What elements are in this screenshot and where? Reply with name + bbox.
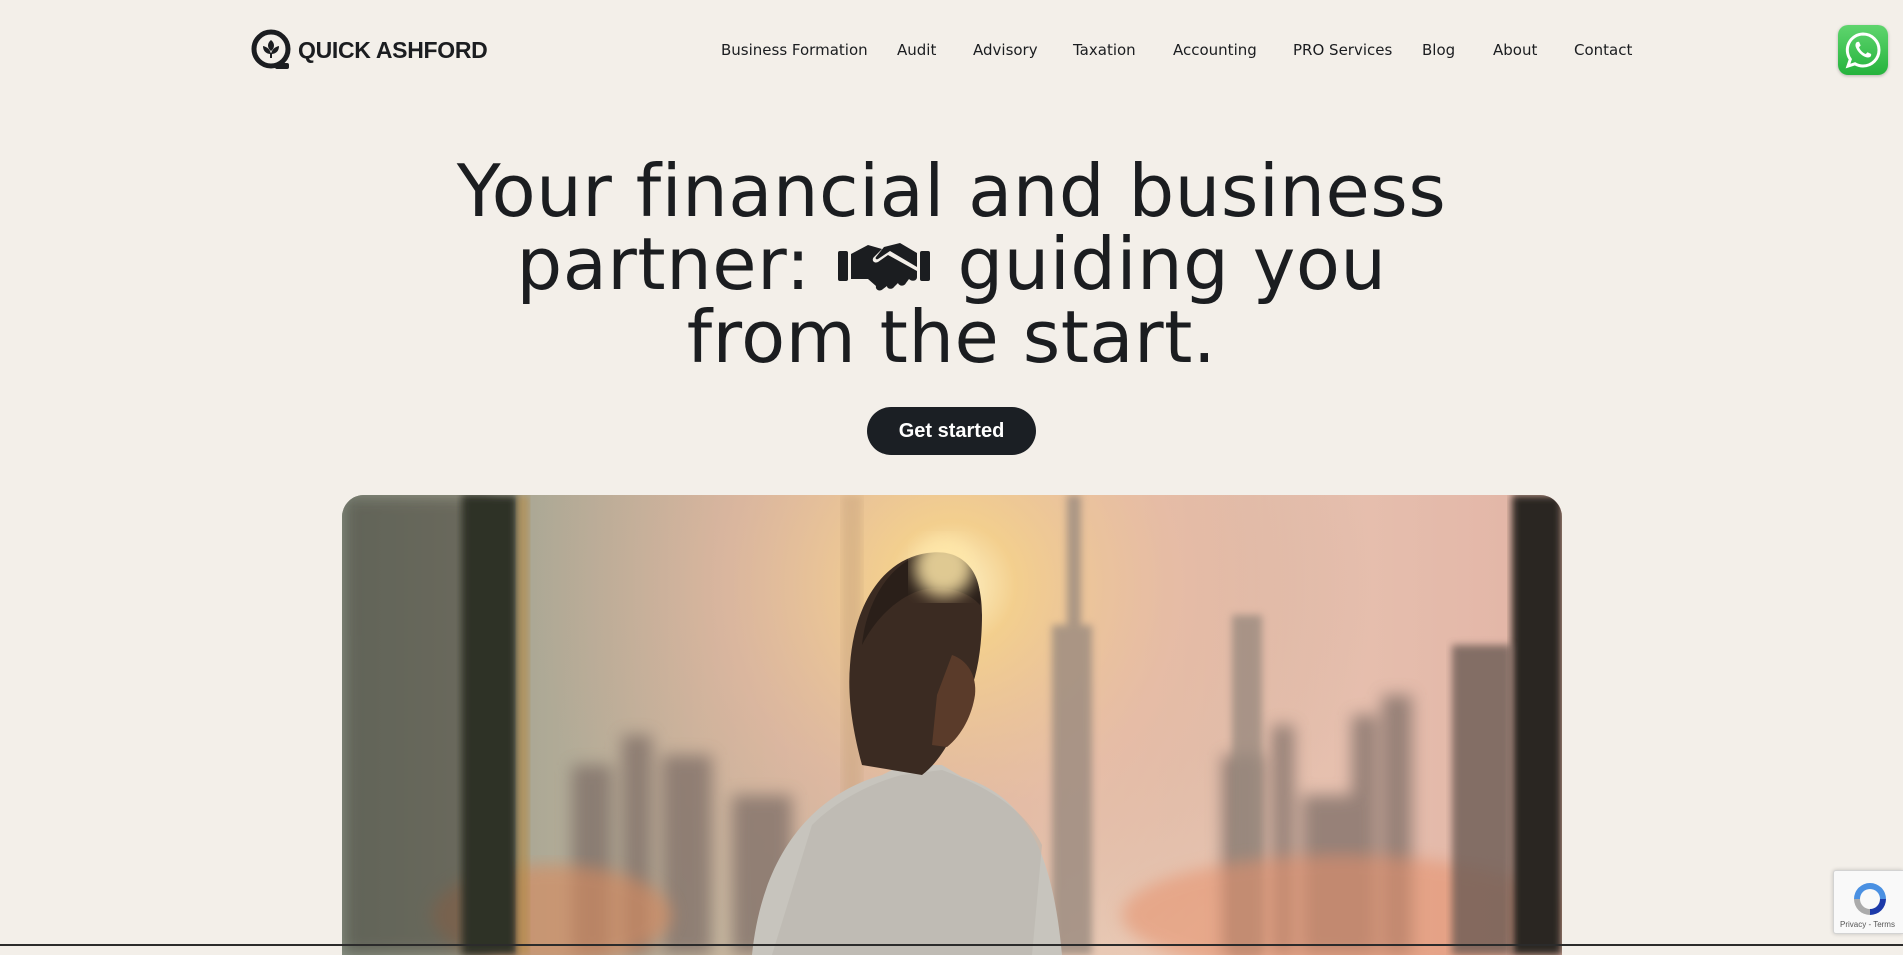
- nav-item-business-formation[interactable]: Business Formation: [721, 38, 868, 62]
- hero-title: Your financial and business partner: gui…: [0, 155, 1903, 374]
- hero-title-line-3: from the start.: [686, 295, 1217, 379]
- nav-item-advisory[interactable]: Advisory: [973, 38, 1038, 62]
- recaptcha-terms[interactable]: Privacy - Terms: [1840, 920, 1895, 929]
- recaptcha-icon: [1854, 883, 1886, 915]
- hero-title-line-2-end: guiding you: [957, 222, 1387, 306]
- handshake-icon: [838, 243, 931, 291]
- nav-item-contact[interactable]: Contact: [1574, 38, 1632, 62]
- hero-image: [342, 495, 1562, 955]
- whatsapp-button[interactable]: [1838, 25, 1888, 75]
- nav-item-audit[interactable]: Audit: [897, 38, 936, 62]
- get-started-button[interactable]: Get started: [867, 407, 1036, 455]
- hero-title-line-2: partner: guiding you: [0, 228, 1903, 301]
- whatsapp-icon: [1845, 32, 1881, 69]
- man-looking-at-city-skyline-image: [342, 495, 1562, 955]
- hero-title-line-2-start: partner:: [516, 222, 811, 306]
- nav-item-taxation[interactable]: Taxation: [1073, 38, 1136, 62]
- nav-item-pro-services[interactable]: PRO Services: [1293, 38, 1392, 62]
- site-header: QUICK ASHFORD Business Formation Audit A…: [0, 0, 1903, 100]
- nav-item-blog[interactable]: Blog: [1422, 38, 1455, 62]
- nav-item-about[interactable]: About: [1493, 38, 1537, 62]
- hero-title-line-1: Your financial and business: [456, 149, 1447, 233]
- main-nav: Business Formation Audit Advisory Taxati…: [0, 38, 1903, 62]
- nav-item-accounting[interactable]: Accounting: [1173, 38, 1257, 62]
- recaptcha-badge[interactable]: Privacy - Terms: [1833, 870, 1903, 934]
